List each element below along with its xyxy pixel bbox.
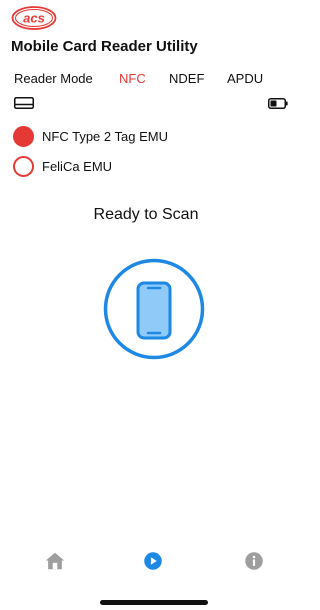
phone-scan-icon (103, 258, 205, 360)
tab-apdu[interactable]: APDU (227, 71, 263, 86)
acs-logo: acs (11, 5, 57, 31)
option-felica-emu[interactable]: FeliCa EMU (13, 155, 112, 177)
tab-ndef[interactable]: NDEF (169, 71, 204, 86)
scan-status-text: Ready to Scan (93, 206, 199, 223)
radio-unselected[interactable] (13, 155, 34, 177)
info-icon[interactable] (242, 549, 266, 573)
app-screen: acs Mobile Card Reader Utility Reader Mo… (0, 0, 292, 610)
app-title: Mobile Card Reader Utility (11, 38, 198, 55)
mode-tabs: Reader Mode NFC NDEF APDU (14, 71, 284, 91)
option-label: FeliCa EMU (42, 158, 113, 174)
home-icon[interactable] (43, 549, 67, 573)
radio-selected[interactable] (13, 125, 34, 147)
home-indicator (100, 600, 208, 605)
battery-icon (268, 96, 288, 109)
tab-reader-mode[interactable]: Reader Mode (14, 71, 93, 86)
logo-text: acs (23, 11, 45, 26)
option-label: NFC Type 2 Tag EMU (42, 128, 168, 144)
card-reader-icon (14, 96, 34, 109)
play-icon[interactable] (141, 549, 165, 573)
tab-nfc[interactable]: NFC (119, 71, 146, 86)
option-nfc-type2-tag-emu[interactable]: NFC Type 2 Tag EMU (13, 125, 168, 147)
